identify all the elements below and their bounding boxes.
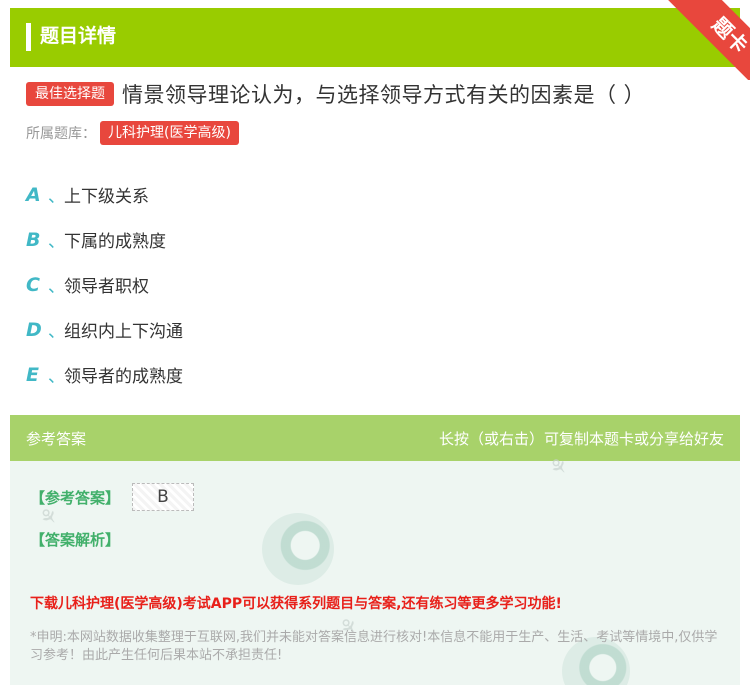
- watermark-logo-icon: [262, 513, 334, 585]
- option-separator: 、: [48, 277, 65, 297]
- option-e[interactable]: E 、 领导者的成熟度: [26, 352, 726, 397]
- answer-header: 参考答案 长按（或右击）可复制本题卡或分享给好友: [10, 415, 740, 461]
- question-text: 情景领导理论认为，与选择领导方式有关的因素是（ ）: [122, 83, 646, 107]
- option-d[interactable]: D 、 组织内上下沟通: [26, 307, 726, 352]
- option-text: 领导者的成熟度: [64, 367, 183, 387]
- page-title: 题目详情: [40, 25, 117, 47]
- library-line: 所属题库： 儿科护理(医学高级): [26, 120, 239, 146]
- header-accent-bar: [26, 23, 31, 51]
- library-badge[interactable]: 儿科护理(医学高级): [100, 121, 239, 145]
- answer-header-title: 参考答案: [26, 430, 87, 448]
- page-header: 题目详情: [10, 8, 740, 67]
- option-letter: B: [26, 228, 41, 251]
- option-separator: 、: [48, 322, 65, 342]
- option-letter: E: [26, 363, 39, 386]
- option-text: 组织内上下沟通: [64, 322, 183, 342]
- answer-panel: 参考答案 长按（或右击）可复制本题卡或分享给好友 ⚘ ⚘ ⚘ 【参考答案】 B …: [10, 415, 740, 685]
- option-letter: C: [26, 273, 40, 296]
- disclaimer-text: *申明:本网站数据收集整理于互联网,我们并未能对答案信息进行核对!本信息不能用于…: [30, 630, 718, 663]
- question-line: 最佳选择题 情景领导理论认为，与选择领导方式有关的因素是（ ）: [26, 80, 645, 108]
- option-text: 上下级关系: [64, 187, 149, 207]
- question-type-badge: 最佳选择题: [26, 82, 114, 106]
- option-text: 下属的成熟度: [64, 232, 166, 252]
- option-a[interactable]: A 、 上下级关系: [26, 172, 726, 217]
- ribbon-label: 题卡: [667, 0, 750, 80]
- option-letter: A: [26, 183, 41, 206]
- answer-value: B: [132, 483, 194, 511]
- corner-ribbon: 题卡: [650, 0, 750, 80]
- options-list: A 、 上下级关系 B 、 下属的成熟度 C 、 领导者职权 D 、 组织内上下…: [26, 172, 726, 397]
- share-hint: 长按（或右击）可复制本题卡或分享给好友: [438, 430, 724, 448]
- library-label: 所属题库：: [26, 126, 96, 142]
- answer-label: 【参考答案】: [30, 489, 121, 507]
- option-separator: 、: [48, 187, 65, 207]
- option-b[interactable]: B 、 下属的成熟度: [26, 217, 726, 262]
- app-promo-link[interactable]: 下载儿科护理(医学高级)考试APP可以获得系列题目与答案,还有练习等更多学习功能…: [30, 593, 562, 613]
- option-separator: 、: [48, 367, 65, 387]
- option-separator: 、: [48, 232, 65, 252]
- explanation-label: 【答案解析】: [30, 531, 121, 549]
- option-text: 领导者职权: [64, 277, 149, 297]
- option-letter: D: [26, 318, 42, 341]
- option-c[interactable]: C 、 领导者职权: [26, 262, 726, 307]
